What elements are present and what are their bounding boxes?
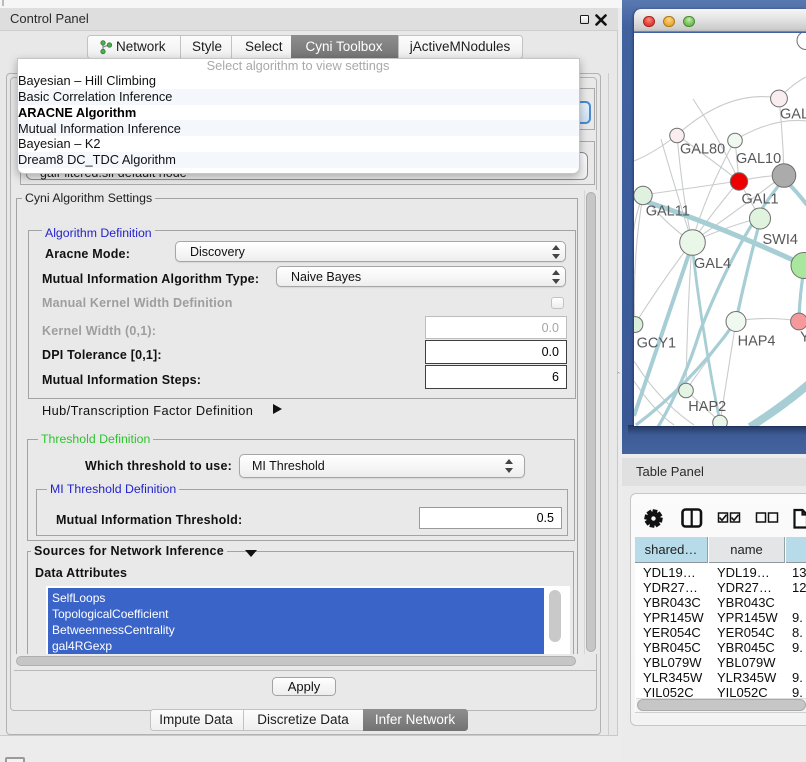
svg-text:GAL10: GAL10	[736, 151, 781, 167]
svg-text:GAL4: GAL4	[694, 256, 731, 272]
svg-text:GCY1: GCY1	[637, 335, 677, 351]
svg-text:GAL1: GAL1	[742, 191, 779, 207]
svg-text:HAP2: HAP2	[688, 399, 726, 415]
svg-text:SWI4: SWI4	[763, 232, 798, 248]
svg-text:GAL80: GAL80	[680, 141, 725, 157]
svg-text:HAP4: HAP4	[738, 333, 776, 349]
svg-text:GAL11: GAL11	[646, 203, 690, 219]
svg-text:Y: Y	[800, 329, 806, 345]
svg-text:GAL7: GAL7	[780, 106, 806, 122]
